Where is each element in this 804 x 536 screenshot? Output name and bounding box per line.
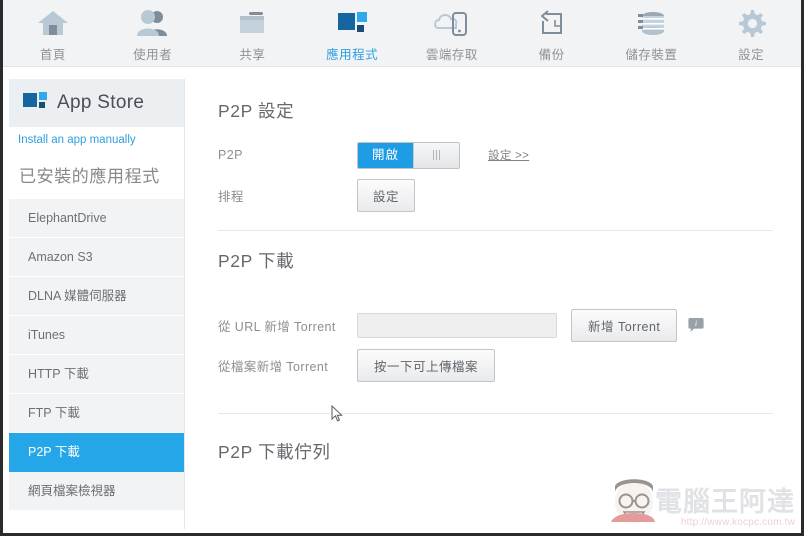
nav-item-storage[interactable]: 儲存裝置 (602, 0, 702, 66)
grip-icon (433, 150, 441, 160)
p2p-download-title: P2P 下載 (218, 251, 295, 271)
section-divider-1 (218, 230, 773, 231)
sidebar-item-elephantdrive[interactable]: ElephantDrive (9, 199, 184, 238)
torrent-url-row: 從 URL 新增 Torrent 新增 Torrent i (218, 307, 773, 343)
nav-item-backup[interactable]: 備份 (502, 0, 602, 66)
torrent-url-input[interactable] (357, 312, 557, 338)
nav-item-users[interactable]: 使用者 (103, 0, 203, 66)
nas-admin-window: 首頁 使用者 共享 應用程式 雲端存取 備份 儲存裝置 設定 App Store… (0, 0, 804, 536)
p2p-toggle-row: P2P 開啟 設定 >> (218, 137, 773, 173)
sidebar-item-itunes[interactable]: iTunes (9, 316, 184, 355)
nav-item-settings[interactable]: 設定 (701, 0, 801, 66)
nav-item-share[interactable]: 共享 (203, 0, 303, 66)
backup-icon (537, 6, 567, 40)
nav-label-settings: 設定 (738, 48, 765, 62)
schedule-label: 排程 (218, 189, 244, 204)
schedule-settings-button[interactable]: 設定 (357, 178, 416, 212)
install-app-manually-link[interactable]: Install an app manually (9, 127, 184, 153)
sidebar: App Store Install an app manually 已安裝的應用… (9, 79, 185, 529)
nav-item-home[interactable]: 首頁 (3, 0, 103, 66)
sidebar-item-p2p-download[interactable]: P2P 下載 (9, 433, 184, 472)
cloud-access-icon (434, 6, 470, 40)
torrent-file-row: 從檔案新增 Torrent 按一下可上傳檔案 (218, 347, 773, 383)
nav-label-cloud-access: 雲端存取 (425, 48, 478, 62)
app-store-icon (335, 6, 369, 40)
torrent-url-label: 從 URL 新增 Torrent (218, 319, 336, 334)
storage-icon (635, 6, 667, 40)
folder-share-icon (236, 6, 268, 40)
schedule-row: 排程 設定 (218, 177, 773, 213)
p2p-toggle-on-label: 開啟 (358, 142, 414, 168)
nav-item-cloud-access[interactable]: 雲端存取 (402, 0, 502, 66)
top-navigation-bar: 首頁 使用者 共享 應用程式 雲端存取 備份 儲存裝置 設定 (3, 0, 801, 67)
torrent-file-label: 從檔案新增 Torrent (218, 359, 329, 374)
nav-label-apps: 應用程式 (326, 48, 379, 62)
p2p-settings-title: P2P 設定 (218, 101, 295, 121)
installed-apps-heading: 已安裝的應用程式 (19, 167, 160, 186)
sidebar-item-amazon-s3[interactable]: Amazon S3 (9, 238, 184, 277)
nav-item-apps[interactable]: 應用程式 (302, 0, 402, 66)
home-icon (37, 6, 69, 40)
upload-torrent-file-button[interactable]: 按一下可上傳檔案 (357, 348, 496, 382)
sidebar-item-web-file-viewer[interactable]: 網頁檔案檢視器 (9, 472, 184, 511)
users-icon (136, 6, 170, 40)
p2p-download-queue-title: P2P 下載佇列 (218, 442, 331, 462)
nav-label-users: 使用者 (133, 48, 173, 62)
installed-apps-list: ElephantDrive Amazon S3 DLNA 媒體伺服器 iTune… (9, 199, 184, 511)
sidebar-item-ftp-download[interactable]: FTP 下載 (9, 394, 184, 433)
nav-label-storage: 儲存裝置 (625, 48, 678, 62)
p2p-label: P2P (218, 148, 243, 162)
app-store-title: App Store (57, 92, 145, 113)
sidebar-item-http-download[interactable]: HTTP 下載 (9, 355, 184, 394)
add-torrent-button[interactable]: 新增 Torrent (571, 308, 678, 342)
nav-label-share: 共享 (239, 48, 266, 62)
sidebar-app-store-header: App Store (9, 79, 184, 127)
p2p-toggle-handle[interactable] (413, 142, 460, 168)
gear-icon (736, 6, 767, 40)
nav-label-home: 首頁 (39, 48, 66, 62)
svg-text:i: i (695, 319, 697, 328)
app-store-icon (22, 89, 48, 118)
nav-label-backup: 備份 (538, 48, 565, 62)
p2p-toggle-switch[interactable]: 開啟 (357, 141, 461, 169)
main-content: P2P 設定 P2P 開啟 設定 >> 排程 設定 P2P 下載 從 URL 新… (185, 79, 801, 533)
p2p-settings-link[interactable]: 設定 >> (488, 147, 529, 163)
sidebar-item-dlna-media-server[interactable]: DLNA 媒體伺服器 (9, 277, 184, 316)
section-divider-2 (218, 413, 773, 414)
info-bubble-icon[interactable]: i (688, 317, 704, 333)
